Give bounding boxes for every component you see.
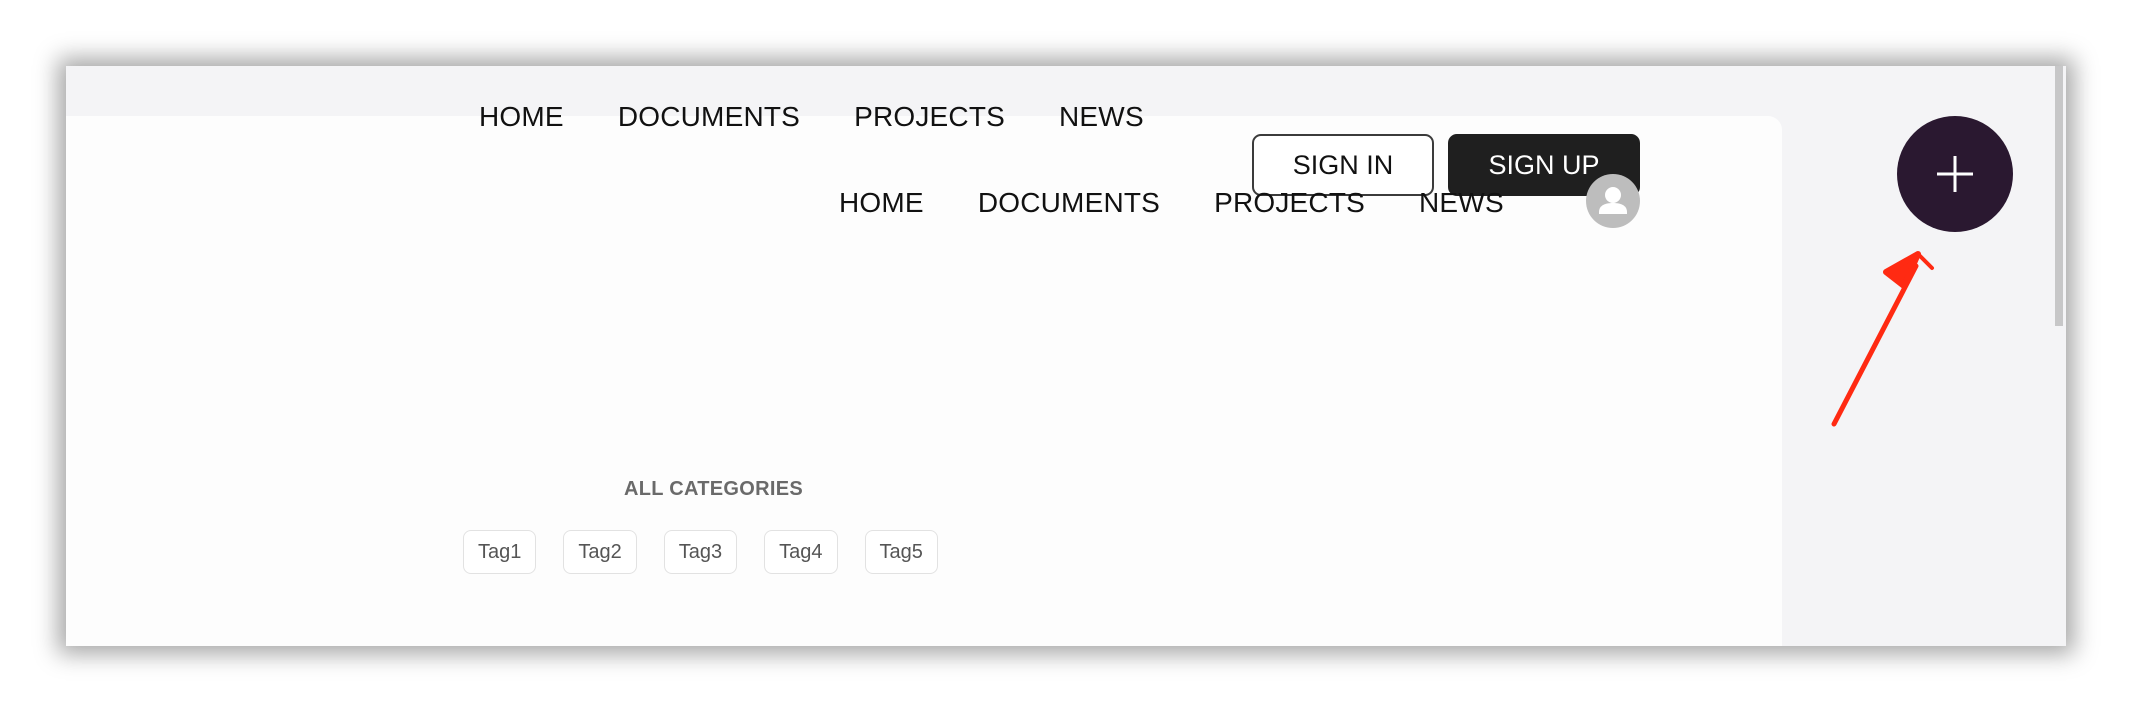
categories-title: ALL CATEGORIES [624,478,804,500]
primary-nav-news[interactable]: NEWS [1059,101,1144,133]
primary-nav-documents[interactable]: DOCUMENTS [618,101,800,133]
tag-2[interactable]: Tag2 [563,530,637,574]
primary-nav-projects[interactable]: PROJECTS [854,101,1005,133]
tag-5[interactable]: Tag5 [864,530,938,574]
tag-1[interactable]: Tag1 [463,530,537,574]
tag-4[interactable]: Tag4 [764,530,838,574]
user-avatar-button[interactable] [1586,174,1640,228]
secondary-nav: HOME DOCUMENTS PROJECTS NEWS [839,175,1504,231]
tag-3[interactable]: Tag3 [663,530,738,574]
secondary-nav-news[interactable]: NEWS [1419,187,1504,219]
app-window [66,66,2066,646]
red-arrow-icon [1831,251,1934,427]
primary-nav-home[interactable]: HOME [479,101,564,133]
secondary-nav-documents[interactable]: DOCUMENTS [978,187,1160,219]
user-avatar-icon [1599,187,1627,214]
plus-icon [1937,156,1973,192]
tag-list: Tag1 Tag2 Tag3 Tag4 Tag5 [463,530,965,574]
add-fab-button[interactable] [1897,116,2013,232]
scrollbar[interactable] [2055,66,2063,326]
secondary-nav-projects[interactable]: PROJECTS [1214,187,1365,219]
secondary-nav-home[interactable]: HOME [839,187,924,219]
primary-nav: HOME DOCUMENTS PROJECTS NEWS [479,86,1144,148]
